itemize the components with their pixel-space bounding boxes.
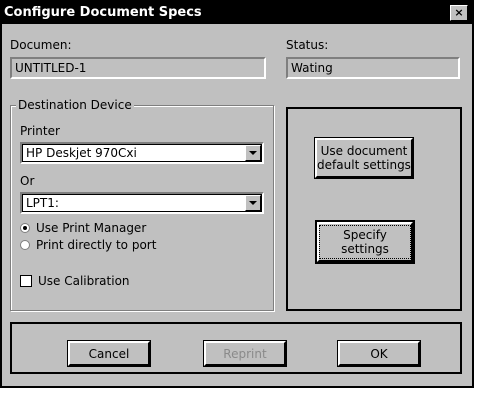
printer-dropdown[interactable]: HP Deskjet 970Cxi <box>20 142 264 164</box>
reprint-button[interactable]: Reprint <box>203 340 287 367</box>
port-dropdown[interactable]: LPT1: <box>20 192 264 214</box>
cancel-button[interactable]: Cancel <box>67 340 151 367</box>
use-default-settings-button[interactable]: Use document default settings <box>314 137 414 179</box>
status-label: Status: <box>286 38 329 52</box>
document-label: Documen: <box>10 38 72 52</box>
close-icon: × <box>454 6 464 19</box>
reprint-label: Reprint <box>223 346 267 361</box>
specify-settings-label: Specify settings <box>319 225 411 259</box>
title-bar[interactable]: Configure Document Specs × <box>2 2 472 24</box>
ok-label: OK <box>370 346 388 361</box>
radio-unselected-icon <box>20 240 30 250</box>
printer-value: HP Deskjet 970Cxi <box>26 146 137 160</box>
radio-print-directly[interactable]: Print directly to port <box>20 238 156 252</box>
radio-selected-icon <box>20 223 30 233</box>
or-label: Or <box>20 174 35 188</box>
ok-button[interactable]: OK <box>337 340 421 367</box>
status-field: Wating <box>286 57 460 79</box>
use-calibration-checkbox[interactable]: Use Calibration <box>20 274 130 288</box>
use-default-settings-label: Use document default settings <box>317 144 411 172</box>
checkbox-box <box>20 275 32 287</box>
radio-use-print-manager-label: Use Print Manager <box>36 221 147 235</box>
chevron-down-icon <box>249 151 257 155</box>
configure-dialog: Configure Document Specs × Documen: UNTI… <box>0 0 474 388</box>
radio-use-print-manager[interactable]: Use Print Manager <box>20 221 146 235</box>
cancel-label: Cancel <box>88 346 130 361</box>
specify-settings-button[interactable]: Specify settings <box>315 220 415 264</box>
chevron-down-icon <box>249 201 257 205</box>
use-calibration-label: Use Calibration <box>38 274 130 288</box>
close-button[interactable]: × <box>450 5 468 21</box>
printer-label: Printer <box>20 124 60 138</box>
destination-group-title: Destination Device <box>16 98 134 112</box>
document-field: UNTITLED-1 <box>10 57 266 79</box>
port-dropdown-button[interactable] <box>245 195 261 211</box>
window-title: Configure Document Specs <box>4 5 202 20</box>
radio-print-directly-label: Print directly to port <box>36 238 157 252</box>
port-value: LPT1: <box>26 196 59 210</box>
printer-dropdown-button[interactable] <box>245 145 261 161</box>
